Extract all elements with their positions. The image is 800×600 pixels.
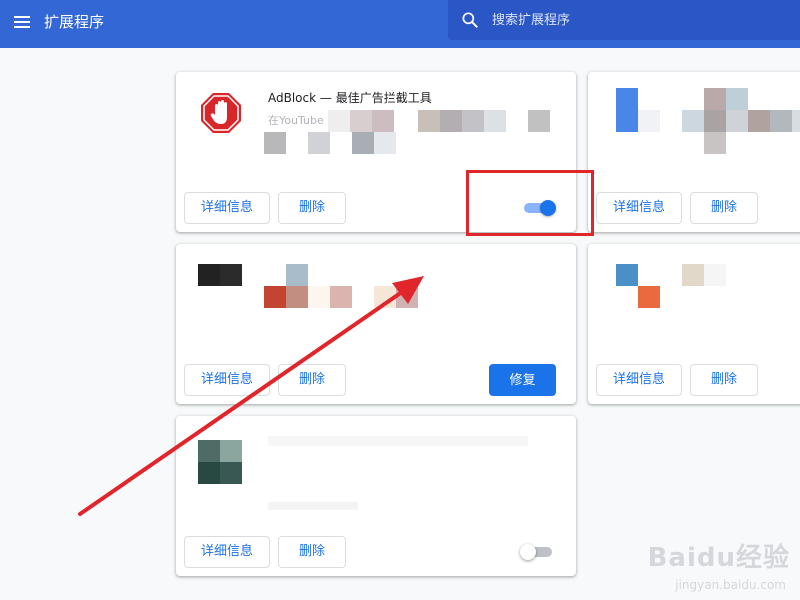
extension-icon [638,110,660,132]
redacted-block [440,110,462,132]
remove-button[interactable]: 删除 [690,364,758,396]
extension-name: AdBlock — 最佳广告拦截工具 [268,91,432,105]
redacted-block [792,110,800,132]
redacted-block [374,132,396,154]
details-button[interactable]: 详细信息 [184,192,270,224]
adblock-stop-hand-icon [201,93,241,133]
redacted-block [726,88,748,110]
redacted-block [418,110,440,132]
redacted-block [682,264,704,286]
redacted-block [748,110,770,132]
extension-icon [198,462,220,484]
extension-icon [198,440,220,462]
top-bar: 扩展程序 [0,0,800,48]
redacted-block [330,286,352,308]
details-button[interactable]: 详细信息 [184,536,270,568]
redacted-block [704,88,726,110]
redacted-block [770,110,792,132]
redacted-block [462,110,484,132]
details-button[interactable]: 详细信息 [184,364,270,396]
redacted-block [396,286,418,308]
redacted-block [268,436,528,446]
extension-card-corrupted: 详细信息 删除 修复 [176,244,576,404]
extension-icon [198,264,220,286]
extension-enable-toggle[interactable] [520,544,554,560]
extension-description: 在YouTube [268,114,324,127]
page-title: 扩展程序 [44,13,105,31]
details-button[interactable]: 详细信息 [596,192,682,224]
remove-button[interactable]: 删除 [690,192,758,224]
details-button[interactable]: 详细信息 [596,364,682,396]
redacted-block [528,110,550,132]
redacted-block [704,110,726,132]
repair-button[interactable]: 修复 [489,364,556,396]
extension-icon [220,462,242,484]
redacted-block [682,110,704,132]
redacted-block [484,110,506,132]
redacted-block [264,132,286,154]
redacted-block [286,286,308,308]
extension-icon [616,264,638,286]
search-input[interactable] [492,8,782,32]
redacted-block [704,132,726,154]
search-icon [462,12,478,28]
redacted-block [286,264,308,286]
extension-card: 详细信息 删除 [588,72,800,232]
extension-card: 详细信息 删除 [588,244,800,404]
redacted-block [704,264,726,286]
hamburger-menu-icon[interactable] [12,12,34,34]
redacted-block [352,132,374,154]
search-box[interactable] [448,0,800,40]
redacted-block [264,286,286,308]
extension-icon [638,286,660,308]
redacted-block [268,502,358,510]
redacted-block [372,110,394,132]
baidu-watermark-logo: Baidu经验 [647,543,790,573]
extension-icon [220,440,242,462]
remove-button[interactable]: 删除 [278,192,346,224]
redacted-block [328,110,350,132]
redacted-block [374,286,396,308]
redacted-block [726,110,748,132]
redacted-block [308,286,330,308]
extension-card-adblock: AdBlock — 最佳广告拦截工具 在YouTube 详细信息 删除 [176,72,576,232]
redacted-block [308,132,330,154]
remove-button[interactable]: 删除 [278,364,346,396]
baidu-watermark-url: jingyan.baidu.com [675,578,786,592]
remove-button[interactable]: 删除 [278,536,346,568]
extension-card-disabled: 详细信息 删除 [176,416,576,576]
extension-enable-toggle[interactable] [522,200,556,216]
extension-icon [616,88,638,132]
extension-icon [220,264,242,286]
redacted-block [350,110,372,132]
